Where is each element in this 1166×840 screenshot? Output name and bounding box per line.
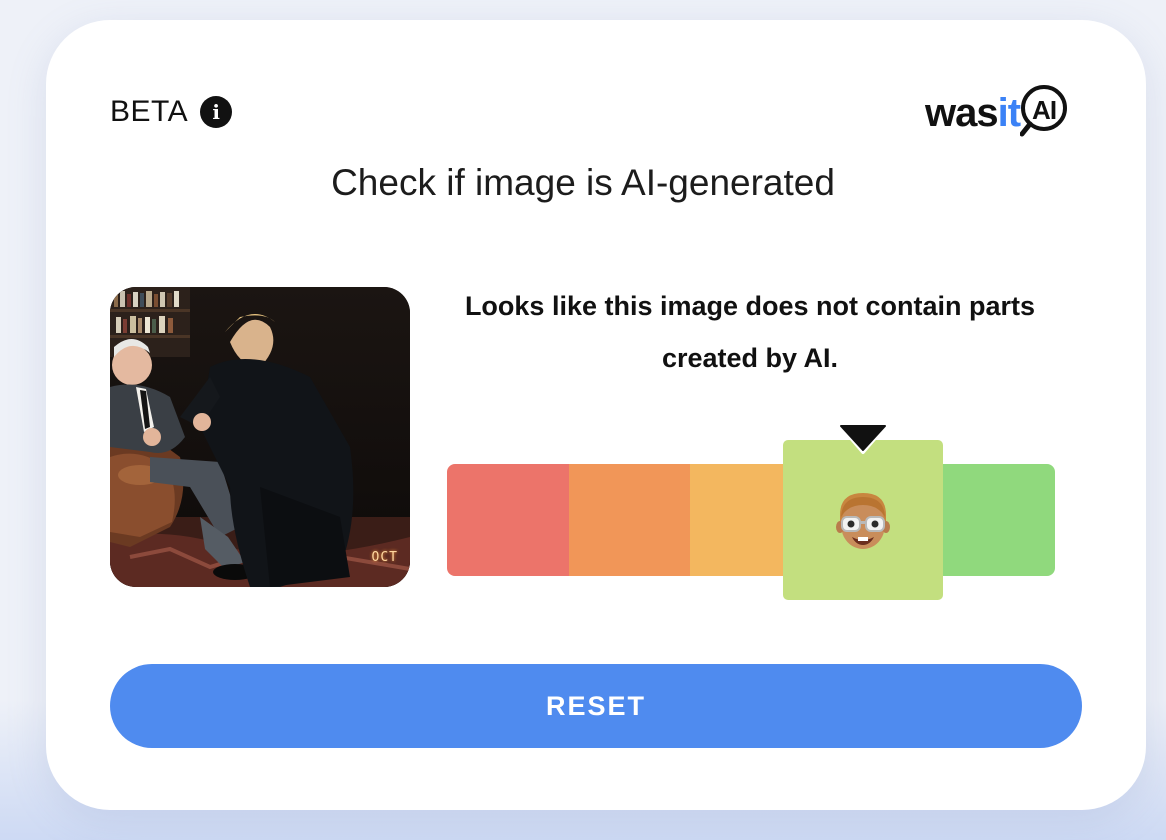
- meter-pointer-icon: [837, 422, 889, 454]
- result-message: Looks like this image does not contain p…: [464, 291, 1036, 373]
- beta-label: BETA: [110, 95, 189, 128]
- info-icon[interactable]: i: [200, 96, 233, 128]
- page-title: Check if image is AI-generated: [331, 162, 835, 203]
- beta-badge: BETA i: [110, 95, 233, 129]
- logo-text-ai: AI: [1032, 94, 1057, 125]
- logo[interactable]: was it AI: [925, 84, 1078, 142]
- logo-text-was: was: [925, 91, 999, 135]
- meter-segment-2: [568, 464, 691, 576]
- reset-button[interactable]: RESET: [110, 664, 1082, 748]
- ai-likelihood-meter: [447, 464, 1055, 576]
- meter-segment-1: [447, 464, 569, 576]
- meter-segment-5: [933, 464, 1055, 576]
- nerd-face-emoji-icon: [836, 493, 890, 549]
- meter-indicator: [783, 440, 943, 600]
- uploaded-photo: OCT: [110, 287, 410, 587]
- magnifier-icon: AI: [1020, 84, 1078, 142]
- logo-text-it: it: [997, 91, 1021, 135]
- photo-date-stamp: OCT: [371, 550, 398, 565]
